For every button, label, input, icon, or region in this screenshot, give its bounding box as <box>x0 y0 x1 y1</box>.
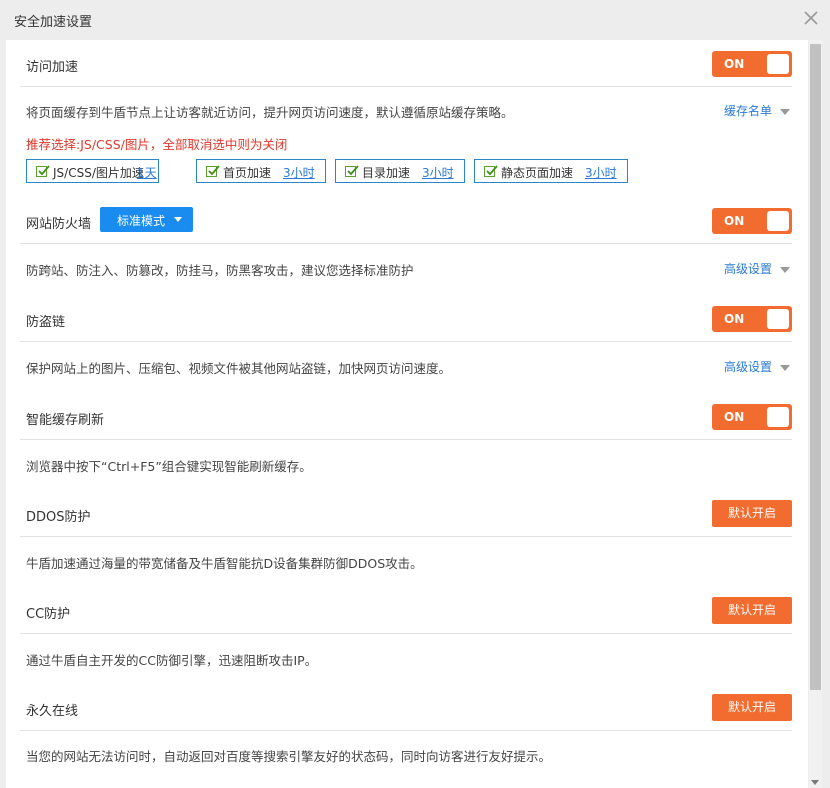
hotlink-title: 防盗链 <box>26 315 66 330</box>
hotlink-desc: 保护网站上的图片、压缩包、视频文件被其他网站盗链，加快网页访问速度。 <box>26 361 452 376</box>
toggle-label: ON <box>724 57 745 71</box>
check-icon <box>345 165 359 177</box>
hotlink-header: 防盗链 ON <box>20 295 792 342</box>
option-label: 静态页面加速 <box>501 166 574 180</box>
smart-cache-toggle[interactable]: ON <box>712 404 792 430</box>
toggle-knob <box>767 309 789 329</box>
scrollbar[interactable] <box>809 40 822 788</box>
firewall-header: 网站防火墙 标准模式 ON <box>20 197 792 244</box>
window-title: 安全加速设置 <box>14 15 93 30</box>
toggle-knob <box>767 54 789 74</box>
cc-header: CC防护 默认开启 <box>20 587 792 634</box>
toggle-label: ON <box>724 410 745 424</box>
always-online-default-on-button[interactable]: 默认开启 <box>712 694 792 721</box>
toggle-label: ON <box>724 214 745 228</box>
toggle-knob <box>767 211 789 231</box>
scroll-down-icon[interactable] <box>811 780 819 785</box>
option-homepage[interactable]: 首页加速 3小时 <box>196 159 326 183</box>
access-accel-header: 访问加速 ON <box>20 40 792 87</box>
cc-default-on-button[interactable]: 默认开启 <box>712 597 792 624</box>
caret-down-icon <box>174 217 182 222</box>
always-online-title: 永久在线 <box>26 704 79 719</box>
access-accel-desc: 将页面缓存到牛盾节点上让访客就近访问，提升网页访问速度，默认遵循原站缓存策略。 <box>26 105 514 120</box>
smart-cache-desc: 浏览器中按下“Ctrl+F5”组合键实现智能刷新缓存。 <box>26 459 312 474</box>
cc-title: CC防护 <box>26 607 71 622</box>
cc-desc: 通过牛盾自主开发的CC防御引擎，迅速阻断攻击IP。 <box>26 653 318 668</box>
ddos-header: DDOS防护 默认开启 <box>20 490 792 537</box>
firewall-mode-dropdown[interactable]: 标准模式 <box>100 207 193 232</box>
toggle-knob <box>767 407 789 427</box>
firewall-advanced-link[interactable]: 高级设置 <box>724 260 790 277</box>
option-duration-link[interactable]: 3小时 <box>422 164 454 181</box>
option-label: 目录加速 <box>362 166 411 180</box>
access-accel-title: 访问加速 <box>26 60 79 75</box>
mode-label: 标准模式 <box>117 214 166 228</box>
hotlink-advanced-link[interactable]: 高级设置 <box>724 358 790 375</box>
chevron-down-icon <box>780 266 790 273</box>
ddos-desc: 牛盾加速通过海量的带宽储备及牛盾智能抗D设备集群防御DDOS攻击。 <box>26 556 423 571</box>
option-duration-link[interactable]: 3小时 <box>585 164 617 181</box>
always-online-desc: 当您的网站无法访问时，自动返回对百度等搜索引擎友好的状态码，同时向访客进行友好提… <box>26 749 552 764</box>
option-jscssimg[interactable]: JS/CSS/图片加速 1天 <box>26 159 159 183</box>
option-label: 首页加速 <box>223 166 272 180</box>
title-bar: 安全加速设置 <box>0 0 830 38</box>
ddos-default-on-button[interactable]: 默认开启 <box>712 500 792 527</box>
option-directory[interactable]: 目录加速 3小时 <box>335 159 465 183</box>
smart-cache-header: 智能缓存刷新 ON <box>20 393 792 440</box>
firewall-desc: 防跨站、防注入、防篡改，防挂马，防黑客攻击，建议您选择标准防护 <box>26 263 414 278</box>
settings-panel: 访问加速 ON 将页面缓存到牛盾节点上让访客就近访问，提升网页访问速度，默认遵循… <box>6 40 808 788</box>
hotlink-toggle[interactable]: ON <box>712 306 792 332</box>
advanced-label: 高级设置 <box>723 360 772 374</box>
option-static-page[interactable]: 静态页面加速 3小时 <box>474 159 628 183</box>
smart-cache-title: 智能缓存刷新 <box>26 413 105 428</box>
check-icon <box>484 165 498 177</box>
chevron-down-icon <box>780 108 790 115</box>
advanced-label: 高级设置 <box>723 262 772 276</box>
scrollbar-thumb[interactable] <box>810 44 821 690</box>
chevron-down-icon <box>780 364 790 371</box>
cache-list-link[interactable]: 缓存名单 <box>724 102 790 119</box>
option-duration-link[interactable]: 1天 <box>137 164 157 181</box>
check-icon <box>206 165 220 177</box>
access-accel-toggle[interactable]: ON <box>712 51 792 77</box>
firewall-title: 网站防火墙 <box>26 217 92 232</box>
close-icon[interactable] <box>802 9 820 27</box>
cache-list-label: 缓存名单 <box>723 104 772 118</box>
option-label: JS/CSS/图片加速 <box>53 166 144 180</box>
firewall-toggle[interactable]: ON <box>712 208 792 234</box>
recommend-note: 推荐选择:JS/CSS/图片，全部取消选中则为关闭 <box>26 137 288 152</box>
option-duration-link[interactable]: 3小时 <box>283 164 315 181</box>
toggle-label: ON <box>724 312 745 326</box>
always-online-header: 永久在线 默认开启 <box>20 684 792 731</box>
check-icon <box>36 165 50 177</box>
ddos-title: DDOS防护 <box>26 510 91 525</box>
